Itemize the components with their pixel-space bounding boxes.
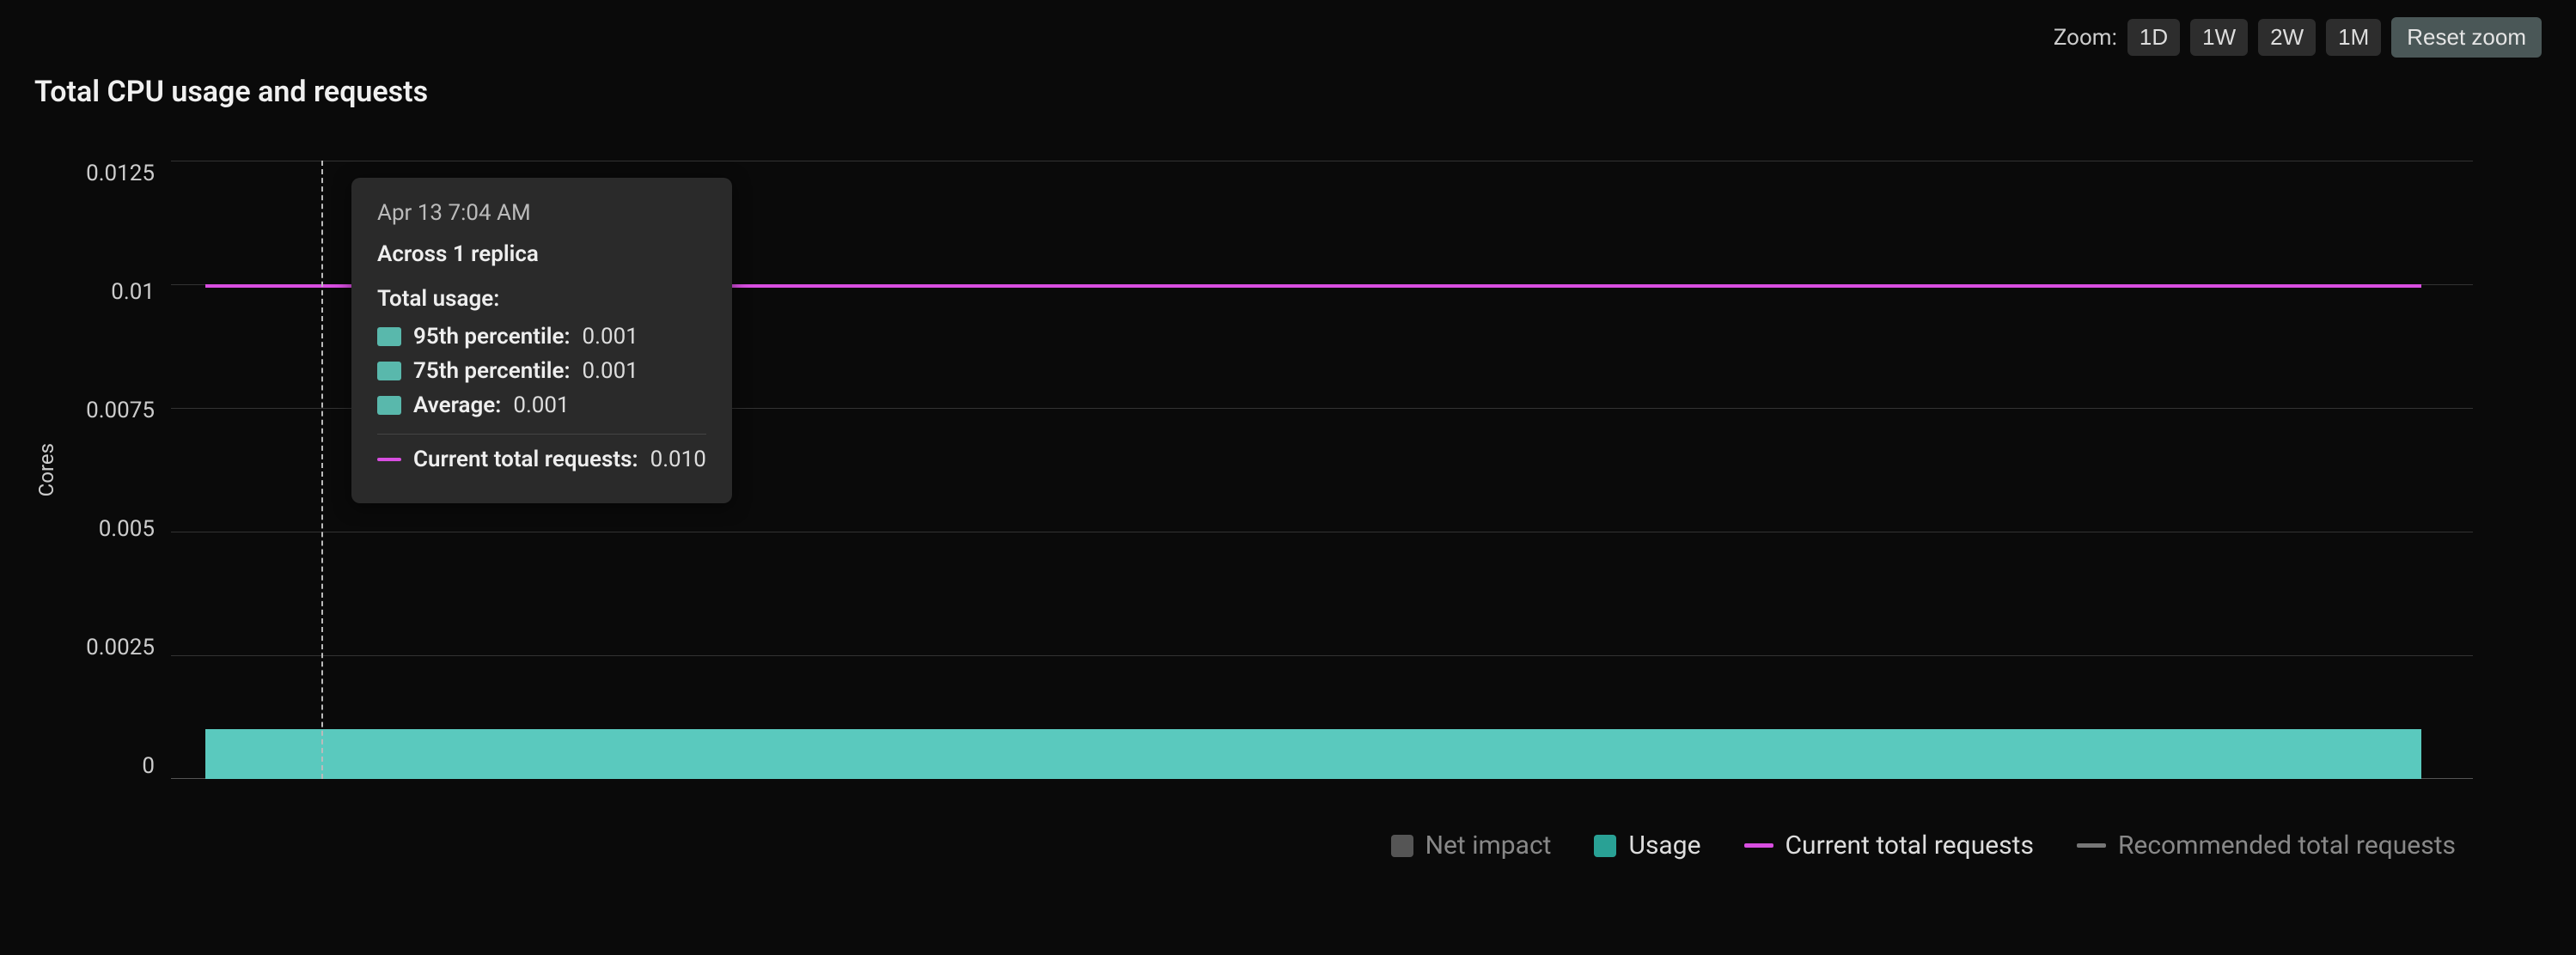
tooltip-row-value: 0.001 — [513, 392, 569, 418]
y-axis-ticks: 0.0125 0.01 0.0075 0.005 0.0025 0 — [67, 161, 170, 779]
chart-tooltip: Apr 13 7:04 AM Across 1 replica Total us… — [351, 178, 732, 503]
net-impact-swatch-icon — [1391, 835, 1413, 857]
y-tick: 0 — [142, 753, 155, 779]
legend-recommended-requests[interactable]: Recommended total requests — [2077, 830, 2456, 861]
usage-swatch-icon — [377, 396, 401, 415]
plot-region[interactable]: Apr 13 7:04 AM Across 1 replica Total us… — [170, 161, 2473, 779]
tooltip-section-label: Total usage: — [377, 286, 706, 312]
tooltip-row: 75th percentile: 0.001 — [377, 358, 706, 384]
tooltip-row-value: 0.001 — [583, 358, 638, 384]
legend-net-impact[interactable]: Net impact — [1391, 830, 1552, 861]
tooltip-heading: Across 1 replica — [377, 241, 706, 267]
zoom-label: Zoom: — [2054, 25, 2117, 51]
chart-legend: Net impact Usage Current total requests … — [34, 830, 2456, 861]
legend-current-requests[interactable]: Current total requests — [1744, 830, 2034, 861]
requests-swatch-icon — [377, 458, 401, 461]
tooltip-row: Average: 0.001 — [377, 392, 706, 418]
reset-zoom-button[interactable]: Reset zoom — [2391, 17, 2542, 58]
tooltip-row: Current total requests: 0.010 — [377, 447, 706, 472]
recommended-line-icon — [2077, 843, 2106, 848]
y-tick: 0.005 — [99, 516, 155, 542]
tooltip-row-label: 75th percentile: — [413, 358, 571, 384]
gridline — [171, 655, 2473, 656]
tooltip-row-label: 95th percentile: — [413, 324, 571, 350]
zoom-controls: Zoom: 1D 1W 2W 1M Reset zoom — [34, 17, 2542, 58]
requests-line-icon — [1744, 843, 1773, 848]
y-tick: 0.0075 — [86, 398, 155, 423]
y-tick: 0.0125 — [86, 161, 155, 186]
y-tick: 0.0025 — [86, 635, 155, 660]
y-tick: 0.01 — [111, 279, 155, 305]
y-axis-label: Cores — [34, 443, 58, 496]
tooltip-row: 95th percentile: 0.001 — [377, 324, 706, 350]
legend-label: Net impact — [1425, 830, 1552, 861]
tooltip-divider — [377, 434, 706, 435]
legend-label: Usage — [1628, 830, 1700, 861]
tooltip-timestamp: Apr 13 7:04 AM — [377, 200, 706, 226]
chart-title: Total CPU usage and requests — [34, 75, 2542, 109]
usage-area-series — [205, 729, 2421, 779]
legend-usage[interactable]: Usage — [1594, 830, 1700, 861]
tooltip-row-value: 0.001 — [583, 324, 638, 350]
legend-label: Current total requests — [1785, 830, 2034, 861]
usage-swatch-icon — [377, 327, 401, 346]
tooltip-requests-value: 0.010 — [650, 447, 706, 472]
chart-area: Cores 0.0125 0.01 0.0075 0.005 0.0025 0 … — [34, 161, 2542, 779]
usage-swatch-icon — [1594, 835, 1616, 857]
tooltip-requests-label: Current total requests: — [413, 447, 638, 472]
zoom-1d-button[interactable]: 1D — [2127, 19, 2180, 56]
zoom-1m-button[interactable]: 1M — [2326, 19, 2381, 56]
tooltip-row-label: Average: — [413, 392, 501, 418]
zoom-2w-button[interactable]: 2W — [2258, 19, 2316, 56]
legend-label: Recommended total requests — [2118, 830, 2456, 861]
zoom-1w-button[interactable]: 1W — [2190, 19, 2248, 56]
hover-crosshair — [321, 161, 323, 779]
usage-swatch-icon — [377, 362, 401, 380]
